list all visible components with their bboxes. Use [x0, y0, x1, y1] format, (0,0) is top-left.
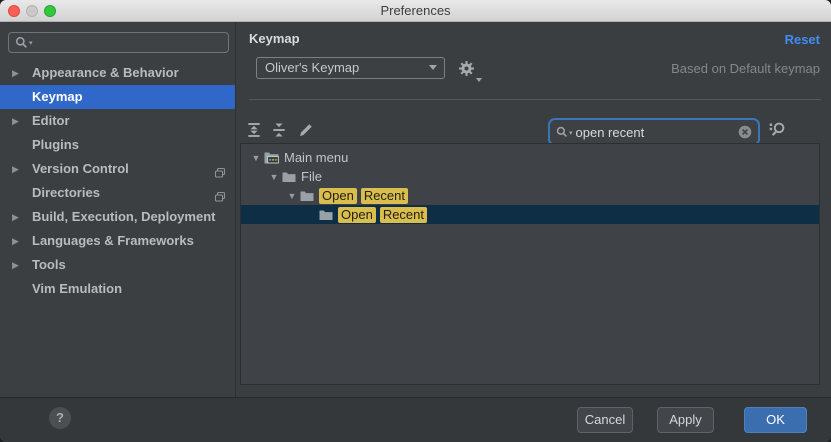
edit-button[interactable] [298, 122, 318, 140]
search-icon [15, 36, 28, 49]
cancel-button[interactable]: Cancel [577, 407, 633, 433]
tree-row-label: File [301, 169, 322, 184]
sidebar-item-label: Editor [32, 113, 70, 128]
sidebar-item-directories[interactable]: Directories [0, 181, 235, 205]
expand-arrow-icon[interactable] [12, 109, 26, 133]
match-highlight: Open [338, 207, 376, 223]
apply-button[interactable]: Apply [657, 407, 714, 433]
search-filter-arrow-icon[interactable]: ▾ [569, 129, 573, 137]
window-title: Preferences [0, 0, 831, 22]
folder-icon [300, 190, 314, 202]
page-title: Keymap [249, 31, 300, 46]
based-on-label: Based on Default keymap [671, 61, 820, 76]
tree-row-open-recent[interactable]: Open Recent [241, 186, 819, 205]
tree-row-open-recent-selected[interactable]: Open Recent [241, 205, 819, 224]
match-highlight: Open [319, 188, 357, 204]
header-divider [249, 99, 821, 100]
preferences-window: Preferences ▾ Appearance & Behavior [0, 0, 831, 442]
collapse-all-icon [271, 122, 287, 138]
reset-link[interactable]: Reset [785, 32, 820, 47]
sidebar-item-plugins[interactable]: Plugins [0, 133, 235, 157]
sidebar-item-label: Directories [32, 185, 100, 200]
expand-all-button[interactable] [246, 122, 266, 140]
settings-sidebar: ▾ Appearance & Behavior Keymap Editor [0, 22, 236, 397]
search-icon [556, 126, 568, 138]
content-area: ▾ Appearance & Behavior Keymap Editor [0, 22, 831, 397]
expand-arrow-icon[interactable] [12, 205, 26, 229]
sidebar-search-input[interactable]: ▾ [8, 32, 229, 53]
folder-icon [282, 171, 296, 183]
gear-button[interactable] [458, 60, 480, 80]
sidebar-item-label: Languages & Frameworks [32, 233, 194, 248]
tree-row-label: Main menu [284, 150, 348, 165]
sidebar-item-appearance-behavior[interactable]: Appearance & Behavior [0, 61, 235, 85]
keymap-select-value: Oliver's Keymap [265, 60, 359, 75]
clear-icon[interactable] [738, 125, 752, 139]
ok-button[interactable]: OK [744, 407, 807, 433]
dropdown-arrow-icon [429, 65, 437, 70]
sidebar-item-label: Version Control [32, 161, 129, 176]
sidebar-item-label: Vim Emulation [32, 281, 122, 296]
keymap-panel: Keymap Reset Oliver's Keymap [237, 22, 831, 397]
collapse-all-button[interactable] [271, 122, 291, 140]
help-button[interactable]: ? [49, 407, 71, 429]
expand-arrow-icon[interactable] [12, 229, 26, 253]
sidebar-item-label: Keymap [32, 89, 83, 104]
sidebar-item-vim-emulation[interactable]: Vim Emulation [0, 277, 235, 301]
tree-row-main-menu[interactable]: Main menu [241, 148, 819, 167]
folder-icon [319, 209, 333, 221]
expand-arrow-icon[interactable] [12, 61, 26, 85]
sidebar-item-languages-frameworks[interactable]: Languages & Frameworks [0, 229, 235, 253]
sidebar-item-version-control[interactable]: Version Control [0, 157, 235, 181]
keymap-select[interactable]: Oliver's Keymap [256, 57, 445, 79]
sidebar-item-tools[interactable]: Tools [0, 253, 235, 277]
tree-row-file[interactable]: File [241, 167, 819, 186]
collapse-arrow-icon[interactable] [249, 153, 263, 163]
match-highlight: Recent [361, 188, 408, 204]
settings-nav: Appearance & Behavior Keymap Editor Plug… [0, 61, 235, 301]
sidebar-item-editor[interactable]: Editor [0, 109, 235, 133]
gear-icon [458, 60, 475, 77]
collapse-arrow-icon[interactable] [285, 191, 299, 201]
action-search-value: open recent [576, 125, 738, 140]
sidebar-item-build-execution-deployment[interactable]: Build, Execution, Deployment [0, 205, 235, 229]
collapse-arrow-icon[interactable] [267, 172, 281, 182]
titlebar: Preferences [0, 0, 831, 22]
dialog-footer: ? Cancel Apply OK [0, 397, 831, 442]
gear-dropdown-arrow-icon [476, 78, 482, 82]
main-menu-folder-icon [264, 151, 279, 164]
edit-pencil-icon [298, 122, 314, 138]
find-by-shortcut-button[interactable] [768, 121, 790, 141]
keymap-actions-tree: Main menu File [240, 143, 820, 385]
search-filter-arrow-icon[interactable]: ▾ [29, 39, 33, 47]
expand-arrow-icon[interactable] [12, 253, 26, 277]
match-highlight: Recent [380, 207, 427, 223]
sidebar-item-label: Appearance & Behavior [32, 65, 179, 80]
expand-arrow-icon[interactable] [12, 157, 26, 181]
expand-all-icon [246, 122, 262, 138]
sidebar-item-label: Plugins [32, 137, 79, 152]
sidebar-item-keymap[interactable]: Keymap [0, 85, 235, 109]
find-by-shortcut-icon [768, 121, 787, 140]
sidebar-item-label: Build, Execution, Deployment [32, 209, 215, 224]
action-search-input[interactable]: ▾ open recent [548, 118, 760, 146]
sidebar-item-label: Tools [32, 257, 66, 272]
